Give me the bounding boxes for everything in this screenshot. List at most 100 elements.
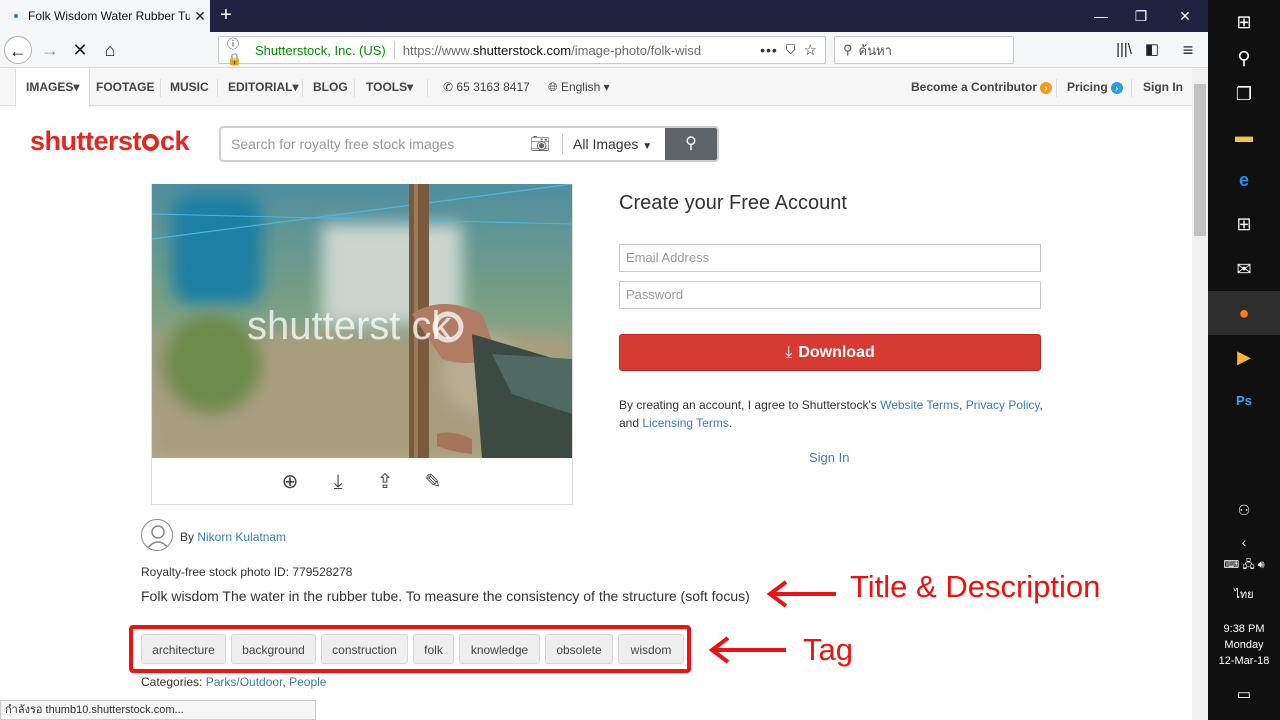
watermark-text: shutterst ck: [247, 304, 453, 348]
forward-arrow-icon[interactable]: →: [36, 36, 64, 64]
add-to-collection-icon[interactable]: ⊕: [278, 470, 302, 494]
firefox-icon[interactable]: ●: [1208, 291, 1280, 335]
action-center-icon[interactable]: ▭: [1208, 672, 1280, 716]
url-text[interactable]: https://www.shutterstock.com/image-photo…: [403, 43, 743, 58]
caret-down-icon: ▼: [642, 141, 653, 152]
contributor-byline: By Nikorn Kulatnam: [180, 530, 286, 544]
page-actions-icon[interactable]: •••: [760, 42, 778, 58]
tag-background[interactable]: background: [231, 634, 316, 664]
photo-image: shutterst ck: [152, 184, 572, 458]
search-icon: ⚲: [685, 135, 697, 152]
pocket-icon[interactable]: ⛉: [786, 42, 796, 58]
sidebar-icon[interactable]: ◧: [1138, 36, 1166, 64]
nav-divider: [1131, 79, 1132, 97]
phone-icon: ✆: [443, 80, 454, 94]
file-explorer-icon[interactable]: ▬: [1208, 114, 1280, 158]
category-parks-link[interactable]: Parks/Outdoor: [206, 675, 283, 689]
annotation-title-desc: Title & Description: [850, 569, 1101, 604]
language-selector[interactable]: 🌐︎ English ▾: [548, 69, 610, 106]
nav-bar: ← → ✕ ⌂ ⓘ🔒 Shutterstock, Inc. (US) https…: [0, 32, 1208, 68]
chevron-right-icon: ›: [1110, 81, 1123, 94]
photoshop-icon[interactable]: Ps: [1208, 378, 1280, 422]
home-icon[interactable]: ⌂: [96, 36, 124, 64]
become-contributor-link[interactable]: Become a Contributor ›: [911, 69, 1053, 106]
search-divider: [562, 134, 563, 154]
nav-blog[interactable]: BLOG: [303, 69, 358, 106]
licensing-terms-link[interactable]: Licensing Terms: [642, 416, 728, 430]
terms-text: By creating an account, I agree to Shutt…: [619, 396, 1049, 432]
shutterstock-logo[interactable]: shutterst ck: [30, 126, 190, 157]
download-button[interactable]: ⤓ Download: [619, 334, 1041, 371]
pricing-link[interactable]: Pricing ›: [1067, 69, 1123, 106]
search-icon: ⚲: [843, 42, 853, 57]
image-type-dropdown[interactable]: All Images ▼: [569, 136, 665, 152]
annotation-tag: Tag: [803, 632, 853, 667]
nav-divider: [354, 79, 355, 97]
account-title: Create your Free Account: [619, 192, 847, 214]
taskbar-clock[interactable]: 9:38 PM Monday 12-Mar-18: [1208, 621, 1280, 669]
phone-text: 65 3163 8417: [456, 80, 530, 94]
chevron-right-icon: ›: [1040, 81, 1053, 94]
sign-in-link[interactable]: Sign In: [1143, 69, 1183, 106]
url-domain: shutterstock.com: [472, 42, 572, 58]
edge-icon[interactable]: e: [1208, 158, 1280, 202]
nav-divider: [427, 79, 428, 97]
stock-photo[interactable]: shutterst ck: [152, 184, 572, 458]
restore-icon[interactable]: ❐: [1118, 0, 1164, 32]
phone-number[interactable]: ✆ 65 3163 8417: [443, 69, 530, 106]
menu-icon[interactable]: ≡: [1174, 36, 1202, 64]
tag-construction[interactable]: construction: [321, 634, 408, 664]
mail-icon[interactable]: ✉: [1208, 247, 1280, 291]
browser-search-input[interactable]: ⚲ ค้นหา: [834, 36, 1014, 64]
globe-icon: 🌐︎: [548, 80, 558, 94]
input-language[interactable]: ไทย: [1208, 585, 1280, 603]
nav-tools[interactable]: TOOLS▾: [356, 69, 423, 106]
privacy-policy-link[interactable]: Privacy Policy: [966, 398, 1040, 412]
tag-folk[interactable]: folk: [413, 634, 454, 664]
annotation-arrow-tag: [708, 636, 786, 664]
site-nav: IMAGES▾ FOOTAGE MUSIC EDITORIAL▾ BLOG TO…: [0, 69, 1192, 107]
download-icon[interactable]: ⤓: [326, 470, 350, 494]
tag-architecture[interactable]: architecture: [141, 634, 226, 664]
category-people-link[interactable]: People: [289, 675, 326, 689]
tag-obsolete[interactable]: obsolete: [545, 634, 613, 664]
browser-tab[interactable]: Folk Wisdom Water Rubber Tu ✕: [0, 0, 210, 32]
site-identity: Shutterstock, Inc. (US): [255, 42, 386, 58]
url-bar[interactable]: ⓘ🔒 Shutterstock, Inc. (US) https://www.s…: [218, 35, 826, 66]
author-link[interactable]: Nikorn Kulatnam: [197, 530, 286, 544]
close-window-icon[interactable]: ✕: [1162, 0, 1208, 32]
avatar[interactable]: [141, 519, 173, 551]
task-view-icon[interactable]: ❐: [1208, 72, 1280, 116]
back-arrow-icon[interactable]: ←: [4, 36, 32, 64]
password-field[interactable]: Password: [619, 281, 1041, 309]
nav-editorial[interactable]: EDITORIAL▾: [218, 69, 308, 106]
nav-music[interactable]: MUSIC: [160, 69, 219, 106]
camera-icon[interactable]: 📷︎: [524, 134, 556, 154]
website-terms-link[interactable]: Website Terms: [880, 398, 959, 412]
tray-icons[interactable]: ⌨ 🖧 🔊︎: [1208, 543, 1280, 587]
new-tab-button[interactable]: +: [214, 4, 238, 28]
by-label: By: [180, 530, 198, 544]
email-field[interactable]: Email Address: [619, 244, 1041, 272]
download-label: Download: [798, 344, 875, 361]
scrollbar-thumb[interactable]: [1194, 84, 1206, 236]
nav-images[interactable]: IMAGES▾: [15, 69, 91, 107]
nav-footage[interactable]: FOOTAGE: [86, 69, 164, 106]
share-icon[interactable]: ⇪: [373, 470, 397, 494]
stop-loading-icon[interactable]: ✕: [66, 36, 94, 64]
bookmark-star-icon[interactable]: ☆: [804, 41, 817, 59]
library-icon[interactable]: |||\: [1110, 36, 1138, 64]
edit-image-icon[interactable]: ✎: [421, 470, 445, 494]
url-prefix: https://www.: [402, 42, 473, 58]
close-tab-icon[interactable]: ✕: [190, 8, 210, 25]
search-button[interactable]: ⚲: [665, 128, 717, 160]
tag-wisdom[interactable]: wisdom: [618, 634, 684, 664]
store-icon[interactable]: ⊞: [1208, 202, 1280, 246]
clock-day: Monday: [1224, 639, 1264, 651]
site-search-input[interactable]: Search for royalty free stock images: [221, 136, 524, 152]
tag-knowledge[interactable]: knowledge: [459, 634, 540, 664]
info-lock-icon[interactable]: ⓘ🔒: [227, 35, 243, 66]
sign-in-link[interactable]: Sign In: [809, 450, 849, 465]
media-player-icon[interactable]: ▶: [1208, 335, 1280, 379]
site-search: Search for royalty free stock images 📷︎ …: [219, 126, 719, 162]
